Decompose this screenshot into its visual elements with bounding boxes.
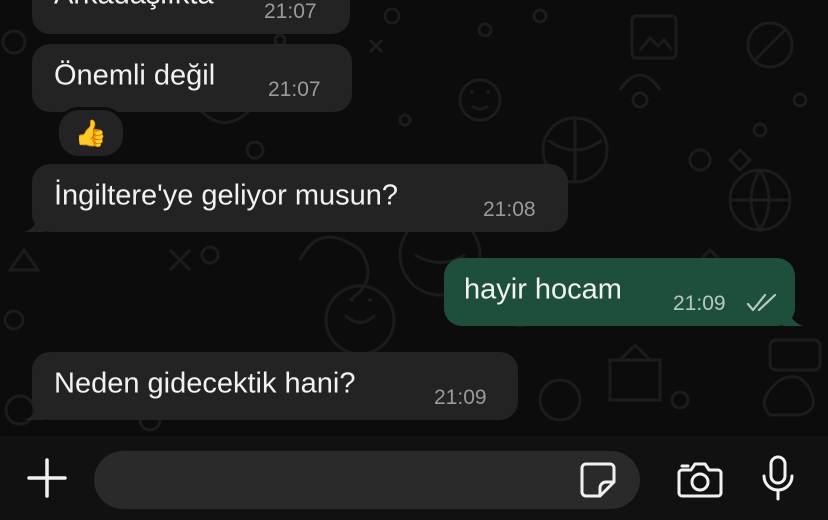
bubble-tail	[783, 310, 803, 326]
bubble-tail	[24, 404, 44, 420]
message-time: 21:07	[268, 78, 321, 101]
message-text: Neden gidecektik hani?	[54, 367, 356, 400]
message-bubble-outgoing[interactable]: hayir hocam 21:09	[444, 258, 803, 326]
message-time: 21:07	[264, 0, 317, 23]
double-check-read-icon	[746, 293, 777, 312]
message-time: 21:09	[434, 386, 487, 409]
plus-icon[interactable]	[25, 456, 69, 500]
message-text: Arkadaşlıkta	[54, 0, 214, 12]
composer-bar	[0, 436, 828, 520]
message-text: Önemli değil	[54, 59, 216, 92]
message-bubble-incoming[interactable]: İngiltere'ye geliyor musun? 21:08	[24, 164, 568, 232]
microphone-icon[interactable]	[760, 454, 796, 502]
camera-icon[interactable]	[676, 460, 724, 500]
message-text: hayir hocam	[464, 273, 622, 306]
reaction-badge[interactable]: 👍	[56, 107, 126, 159]
message-bubble-incoming[interactable]: Neden gidecektik hani? 21:09	[24, 352, 518, 420]
message-time: 21:08	[483, 198, 536, 221]
sticker-icon[interactable]	[578, 460, 618, 500]
message-time: 21:09	[673, 292, 726, 315]
message-bubble-incoming[interactable]: Arkadaşlıkta 21:07	[32, 0, 350, 34]
chat-area[interactable]: Arkadaşlıkta 21:07 Önemli değil 21:07 👍 …	[0, 0, 828, 436]
bubble-tail	[24, 216, 44, 232]
thumbs-up-icon: 👍	[74, 117, 108, 148]
message-bubble-incoming[interactable]: Önemli değil 21:07	[32, 44, 352, 112]
message-input[interactable]	[94, 451, 640, 509]
message-text: İngiltere'ye geliyor musun?	[54, 179, 399, 212]
